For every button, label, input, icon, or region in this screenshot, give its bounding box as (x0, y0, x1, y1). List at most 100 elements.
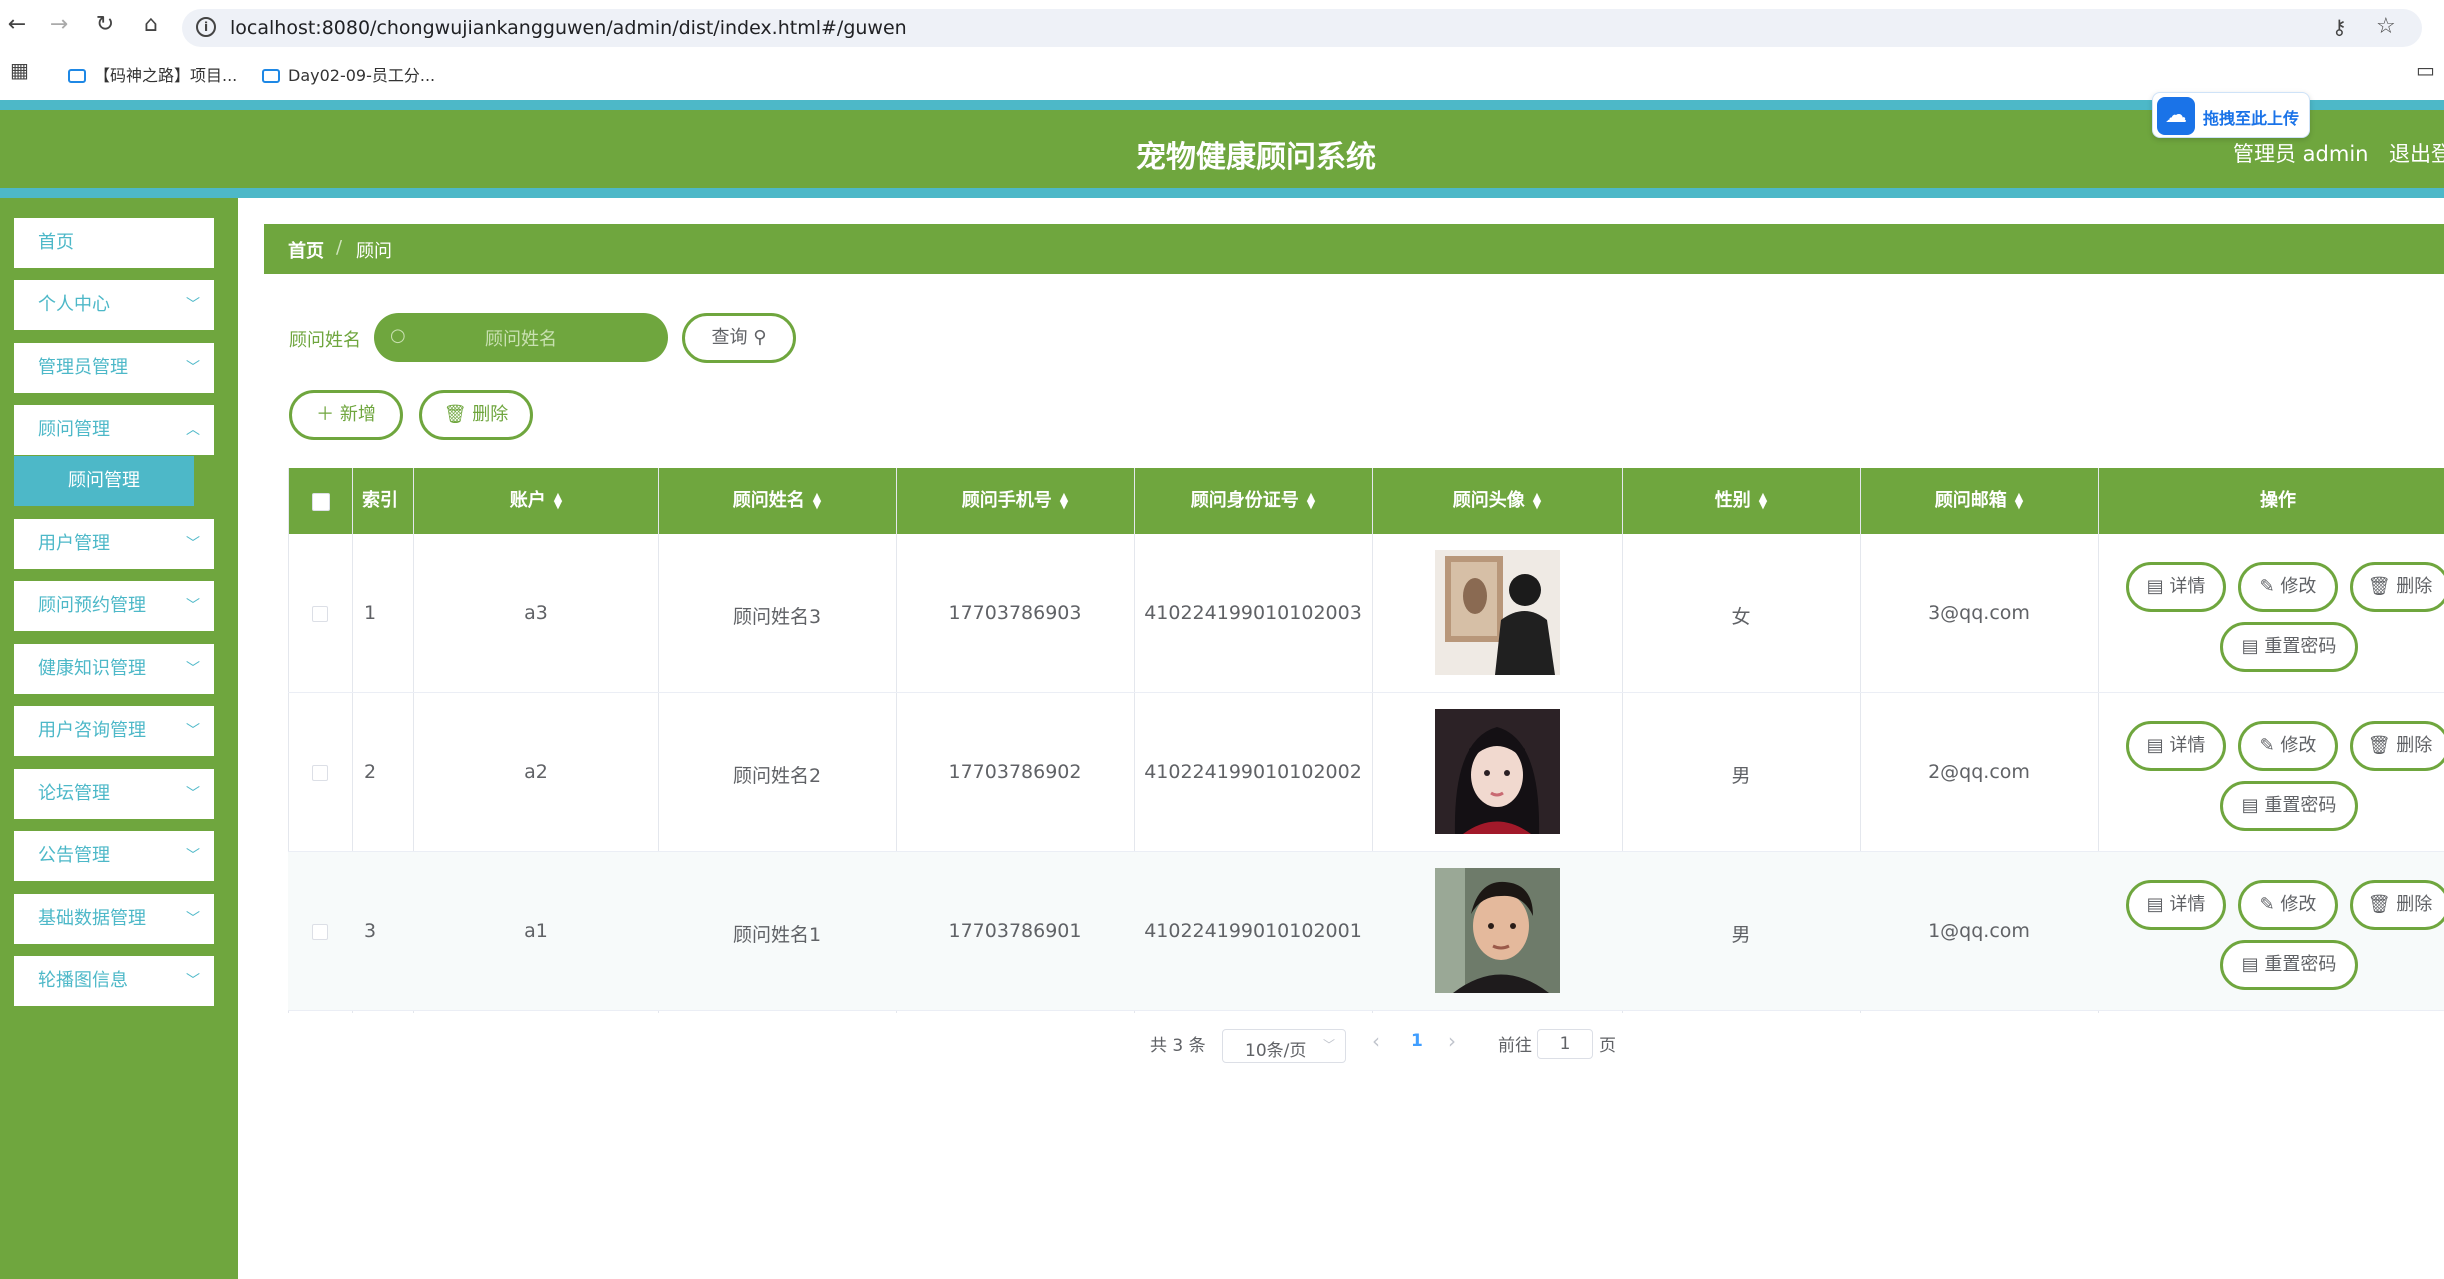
sidebar-item-consultants[interactable]: 顾问管理 ︿ (14, 405, 214, 455)
sidebar-item-notices[interactable]: 公告管理 ﹀ (14, 831, 214, 881)
chevron-down-icon: ﹀ (186, 536, 200, 552)
next-page-icon[interactable]: › (1448, 1029, 1456, 1053)
sidebar: 首页 个人中心 ﹀ 管理员管理 ﹀ 顾问管理 ︿ 顾问管理 用户管理 ﹀ 顾问预约管理 ﹀… (0, 198, 238, 1279)
col-avatar[interactable]: 顾问头像 ▲ ▼ (1372, 468, 1622, 534)
cell-gender: 男 (1731, 765, 1751, 787)
prev-page-icon[interactable]: ‹ (1372, 1029, 1380, 1053)
avatar-image[interactable] (1435, 709, 1560, 834)
app-title: 宠物健康顾问系统 (1136, 140, 1376, 175)
sidebar-item-users[interactable]: 用户管理 ﹀ (14, 519, 214, 569)
goto-page-input[interactable]: 1 (1537, 1029, 1593, 1059)
col-id-card[interactable]: 顾问身份证号 ▲ ▼ (1134, 468, 1372, 534)
cell-email: 2@qq.com (1928, 761, 2030, 783)
avatar-image[interactable] (1435, 868, 1560, 993)
bookmark-2[interactable]: Day02-09-员工分... (262, 62, 435, 86)
cell-name: 顾问姓名2 (732, 765, 822, 787)
search-input[interactable]: ○ 顾问姓名 (374, 313, 668, 362)
breadcrumb-separator: / (336, 237, 343, 258)
sort-icon: ▲ ▼ (2014, 490, 2024, 511)
apps-icon[interactable]: ▦ (10, 58, 29, 82)
pencil-icon: ✎ (2259, 576, 2275, 597)
delete-button[interactable]: 🗑 删除 (2350, 721, 2444, 771)
chevron-down-icon: ﹀ (186, 598, 200, 614)
chevron-down-icon: ﹀ (186, 911, 200, 927)
cell-email: 1@qq.com (1928, 920, 2030, 942)
goto-label: 前往 (1498, 1036, 1532, 1056)
sidebar-item-forum[interactable]: 论坛管理 ﹀ (14, 769, 214, 819)
upload-badge[interactable]: ☁ 拖拽至此上传 (2152, 92, 2310, 138)
col-gender[interactable]: 性别 ▲ ▼ (1622, 468, 1860, 534)
sidebar-item-consultations[interactable]: 用户咨询管理 ﹀ (14, 706, 214, 756)
upload-badge-label: 拖拽至此上传 (2203, 109, 2300, 128)
cell-index: 3 (364, 920, 377, 942)
back-icon[interactable]: ← (2, 12, 32, 37)
sidebar-item-base-data[interactable]: 基础数据管理 ﹀ (14, 894, 214, 944)
batch-delete-button[interactable]: 🗑 删除 (419, 390, 533, 440)
sidebar-item-home[interactable]: 首页 (14, 218, 214, 268)
row-checkbox[interactable] (312, 606, 328, 622)
chevron-down-icon: ﹀ (186, 848, 200, 864)
cell-id-card: 410224199010102002 (1144, 761, 1362, 783)
sort-icon: ▲ ▼ (553, 490, 563, 511)
site-info-icon[interactable]: i (196, 17, 216, 37)
cell-gender: 男 (1731, 924, 1751, 946)
delete-button[interactable]: 🗑 删除 (2350, 880, 2444, 930)
chevron-down-icon: ﹀ (186, 723, 200, 739)
reset-password-button[interactable]: ▤ 重置密码 (2220, 622, 2358, 672)
pencil-icon: ✎ (2259, 735, 2275, 756)
table-row: 2 a2 顾问姓名2 17703786902 41022419901010200… (288, 693, 2444, 852)
page-size-select[interactable]: 10条/页 ﹀ (1222, 1029, 1346, 1063)
search-placeholder: 顾问姓名 (485, 329, 557, 350)
detail-button[interactable]: ▤ 详情 (2126, 880, 2226, 930)
sidebar-item-health-knowledge[interactable]: 健康知识管理 ﹀ (14, 644, 214, 694)
delete-button[interactable]: 🗑 删除 (2350, 562, 2444, 612)
edit-button[interactable]: ✎ 修改 (2238, 562, 2338, 612)
avatar-image[interactable] (1435, 550, 1560, 675)
sidebar-item-appointments[interactable]: 顾问预约管理 ﹀ (14, 581, 214, 631)
bookmark-1[interactable]: 【码神之路】项目... (68, 62, 237, 86)
document-icon: ▤ (2241, 795, 2259, 816)
col-account[interactable]: 账户 ▲ ▼ (414, 468, 658, 534)
sidebar-item-admins[interactable]: 管理员管理 ﹀ (14, 343, 214, 393)
logout-link[interactable]: 退出登 (2389, 138, 2444, 168)
folder-icon[interactable]: ▭ (2416, 58, 2435, 82)
pagination-total: 共 3 条 (1150, 1036, 1206, 1056)
browser-chrome: ← → ↻ ⌂ i localhost:8080/chongwujiankang… (0, 0, 2444, 100)
chevron-down-icon: ﹀ (186, 973, 200, 989)
cell-phone: 17703786902 (948, 761, 1082, 783)
document-icon: ▤ (2241, 954, 2259, 975)
row-checkbox[interactable] (312, 924, 328, 940)
bilibili-icon (262, 69, 280, 83)
edit-button[interactable]: ✎ 修改 (2238, 880, 2338, 930)
cell-phone: 17703786903 (948, 602, 1082, 624)
breadcrumb-home[interactable]: 首页 (288, 237, 324, 263)
table-row: 3 a1 顾问姓名1 17703786901 41022419901010200… (288, 852, 2444, 1011)
sidebar-subitem-consultants[interactable]: 顾问管理 (14, 456, 194, 506)
detail-button[interactable]: ▤ 详情 (2126, 721, 2226, 771)
reset-password-button[interactable]: ▤ 重置密码 (2220, 781, 2358, 831)
reload-icon[interactable]: ↻ (90, 12, 120, 37)
edit-button[interactable]: ✎ 修改 (2238, 721, 2338, 771)
key-icon[interactable]: ⚷ (2332, 15, 2347, 39)
cell-account: a1 (524, 920, 548, 942)
forward-icon[interactable]: → (44, 12, 74, 37)
col-actions: 操作 (2260, 490, 2296, 511)
row-checkbox[interactable] (312, 765, 328, 781)
star-icon[interactable]: ☆ (2376, 14, 2396, 39)
detail-button[interactable]: ▤ 详情 (2126, 562, 2226, 612)
add-button[interactable]: ＋ 新增 (289, 390, 403, 440)
sidebar-item-carousel[interactable]: 轮播图信息 ﹀ (14, 956, 214, 1006)
cloud-icon: ☁ (2157, 97, 2195, 135)
reset-password-button[interactable]: ▤ 重置密码 (2220, 940, 2358, 990)
col-phone[interactable]: 顾问手机号 ▲ ▼ (896, 468, 1134, 534)
col-name[interactable]: 顾问姓名 ▲ ▼ (658, 468, 896, 534)
home-icon[interactable]: ⌂ (136, 12, 166, 37)
address-bar[interactable]: i localhost:8080/chongwujiankangguwen/ad… (182, 9, 2422, 47)
col-email[interactable]: 顾问邮箱 ▲ ▼ (1860, 468, 2098, 534)
query-button[interactable]: 查询 ⚲ (682, 313, 796, 363)
cell-phone: 17703786901 (948, 920, 1082, 942)
trash-icon: 🗑 (443, 404, 467, 425)
page-number[interactable]: 1 (1411, 1031, 1423, 1051)
select-all-checkbox[interactable] (312, 493, 330, 511)
sidebar-item-profile[interactable]: 个人中心 ﹀ (14, 280, 214, 330)
